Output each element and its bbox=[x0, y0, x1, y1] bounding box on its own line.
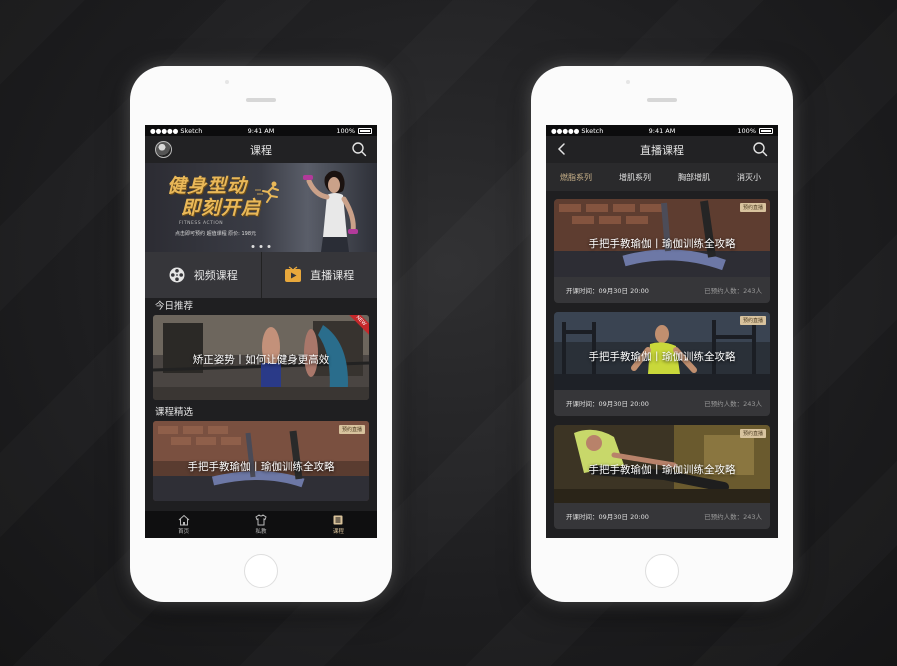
phone-right: ●●●●● Sketch 9:41 AM 100% 直播课程 燃脂系列 增肌系列… bbox=[531, 66, 793, 602]
promo-banner[interactable]: 健身型动 即刻开启 FITNESS ACTION 点击即可预约 超值课程 原价:… bbox=[145, 163, 377, 252]
clock: 9:41 AM bbox=[247, 126, 275, 135]
tab-chest-gain[interactable]: 胸部增肌 bbox=[678, 172, 710, 183]
fitness-woman-image bbox=[303, 170, 358, 252]
live-course-card[interactable]: 预约直播 手把手教瑜伽丨瑜伽训练全攻略 开课时间：09月30日 20:00 已预… bbox=[554, 199, 770, 303]
nav-bar: 直播课程 bbox=[546, 136, 778, 163]
home-icon bbox=[178, 514, 189, 526]
search-icon[interactable] bbox=[752, 141, 768, 157]
search-icon[interactable] bbox=[351, 141, 367, 157]
category-tabs: 燃脂系列 增肌系列 胸部增肌 消灭小 bbox=[546, 163, 778, 191]
banner-title: 健身型动 即刻开启 bbox=[167, 175, 262, 219]
tab-muscle-gain[interactable]: 增肌系列 bbox=[619, 172, 651, 183]
start-time: 开课时间：09月30日 20:00 bbox=[566, 400, 649, 408]
start-time: 开课时间：09月30日 20:00 bbox=[566, 513, 649, 521]
live-card-title: 手把手教瑜伽丨瑜伽训练全攻略 bbox=[588, 351, 736, 363]
shirt-icon bbox=[255, 514, 267, 526]
carrier-label: ●●●●● Sketch bbox=[150, 126, 203, 135]
front-camera bbox=[225, 80, 229, 84]
page-title: 直播课程 bbox=[640, 143, 684, 157]
bottom-tab-bar: 首页 私教 课程 bbox=[145, 511, 377, 538]
tab-home[interactable]: 首页 bbox=[145, 511, 222, 538]
battery-status: 100% bbox=[737, 127, 773, 135]
booked-count: 已预约人数：243人 bbox=[704, 287, 762, 295]
phone-left: ●●●●● Sketch 9:41 AM 100% 课程 健身型动 即刻开启 F… bbox=[130, 66, 392, 602]
today-recommend-card[interactable]: NEW 矫正姿势丨如何让健身更高效 bbox=[153, 315, 369, 400]
film-reel-icon bbox=[169, 267, 185, 283]
live-booking-tag: 预约直播 bbox=[739, 316, 766, 325]
live-card-info: 开课时间：09月30日 20:00 已预约人数：243人 bbox=[554, 390, 770, 416]
live-booking-tag: 预约直播 bbox=[739, 203, 766, 212]
live-booking-tag: 预约直播 bbox=[739, 429, 766, 438]
status-bar: ●●●●● Sketch 9:41 AM 100% bbox=[546, 125, 778, 136]
live-course-screen: ●●●●● Sketch 9:41 AM 100% 直播课程 燃脂系列 增肌系列… bbox=[546, 125, 778, 538]
start-time: 开课时间：09月30日 20:00 bbox=[566, 287, 649, 295]
course-type-row: 视频课程 直播课程 bbox=[145, 252, 377, 298]
live-card-title: 手把手教瑜伽丨瑜伽训练全攻略 bbox=[588, 238, 736, 250]
front-camera bbox=[626, 80, 630, 84]
runner-icon bbox=[255, 181, 279, 203]
featured-course-card[interactable]: 预约直播 手把手教瑜伽丨瑜伽训练全攻略 bbox=[153, 421, 369, 501]
list-icon bbox=[333, 515, 343, 525]
battery-status: 100% bbox=[336, 127, 372, 135]
booked-count: 已预约人数：243人 bbox=[704, 513, 762, 521]
avatar[interactable] bbox=[155, 141, 172, 158]
tab-private-coach[interactable]: 私教 bbox=[222, 511, 299, 538]
course-screen: ●●●●● Sketch 9:41 AM 100% 课程 健身型动 即刻开启 F… bbox=[145, 125, 377, 538]
live-card-image: 预约直播 手把手教瑜伽丨瑜伽训练全攻略 bbox=[554, 425, 770, 503]
live-card-info: 开课时间：09月30日 20:00 已预约人数：243人 bbox=[554, 503, 770, 529]
live-booking-tag: 预约直播 bbox=[338, 425, 365, 434]
clock: 9:41 AM bbox=[648, 126, 676, 135]
earpiece-speaker bbox=[246, 98, 276, 102]
live-course-label: 直播课程 bbox=[310, 269, 355, 282]
status-bar: ●●●●● Sketch 9:41 AM 100% bbox=[145, 125, 377, 136]
banner-price: 点击即可预约 超值课程 原价: 198元 bbox=[175, 231, 256, 237]
page-title: 课程 bbox=[250, 143, 272, 157]
live-card-title: 手把手教瑜伽丨瑜伽训练全攻略 bbox=[588, 464, 736, 476]
home-button[interactable] bbox=[244, 554, 278, 588]
banner-subtitle: FITNESS ACTION bbox=[179, 221, 224, 226]
live-card-image: 预约直播 手把手教瑜伽丨瑜伽训练全攻略 bbox=[554, 312, 770, 390]
featured-section-title: 课程精选 bbox=[145, 404, 377, 421]
video-course-label: 视频课程 bbox=[193, 269, 238, 282]
nav-bar: 课程 bbox=[145, 136, 377, 163]
back-arrow-icon[interactable] bbox=[556, 141, 568, 157]
today-card-title: 矫正姿势丨如何让健身更高效 bbox=[192, 354, 330, 366]
live-course-card[interactable]: 预约直播 手把手教瑜伽丨瑜伽训练全攻略 开课时间：09月30日 20:00 已预… bbox=[554, 425, 770, 529]
live-course-button[interactable]: 直播课程 bbox=[260, 252, 378, 298]
video-course-button[interactable]: 视频课程 bbox=[145, 252, 261, 298]
live-card-info: 开课时间：09月30日 20:00 已预约人数：243人 bbox=[554, 277, 770, 303]
tab-eliminate[interactable]: 消灭小 bbox=[737, 172, 761, 183]
booked-count: 已预约人数：243人 bbox=[704, 400, 762, 408]
live-course-card[interactable]: 预约直播 手把手教瑜伽丨瑜伽训练全攻略 开课时间：09月30日 20:00 已预… bbox=[554, 312, 770, 416]
carousel-dots[interactable] bbox=[251, 245, 271, 248]
today-section-title: 今日推荐 bbox=[145, 298, 377, 315]
battery-icon bbox=[358, 127, 372, 134]
tab-courses[interactable]: 课程 bbox=[300, 511, 377, 538]
play-icon bbox=[285, 266, 302, 282]
home-button[interactable] bbox=[645, 554, 679, 588]
featured-card-title: 手把手教瑜伽丨瑜伽训练全攻略 bbox=[187, 461, 335, 473]
battery-icon bbox=[759, 127, 773, 134]
tab-fat-burning[interactable]: 燃脂系列 bbox=[560, 172, 592, 183]
carrier-label: ●●●●● Sketch bbox=[551, 126, 604, 135]
live-card-image: 预约直播 手把手教瑜伽丨瑜伽训练全攻略 bbox=[554, 199, 770, 277]
earpiece-speaker bbox=[647, 98, 677, 102]
